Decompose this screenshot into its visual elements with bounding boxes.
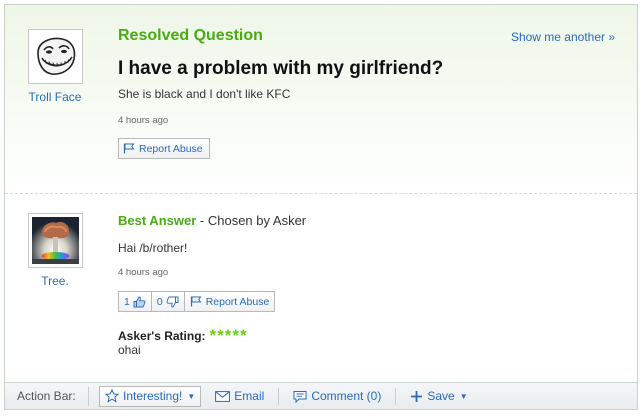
flag-icon [123,143,135,154]
asker-name[interactable]: Troll Face [15,90,95,104]
thumbs-down-icon [166,296,179,307]
plus-icon [411,390,423,402]
envelope-icon [215,390,231,402]
asker-avatar[interactable] [28,29,83,84]
email-label: Email [234,389,265,403]
rating-label: Asker's Rating: [118,329,206,343]
answer-time: 4 hours ago [118,267,169,278]
thumbs-down-count: 0 [156,295,163,308]
answerer-name[interactable]: Tree. [15,274,95,288]
question-section: Troll Face Resolved Question Show me ano… [5,5,637,193]
report-abuse-label: Report Abuse [139,142,203,155]
save-label: Save [427,389,455,403]
action-bar-label: Action Bar: [17,386,89,406]
separator [278,387,280,405]
chevron-down-icon: ▼ [459,391,468,401]
question-status: Resolved Question [118,27,263,44]
asker-rating: Asker's Rating: ***** [118,325,248,345]
nuclear-tree-avatar-icon [32,217,79,264]
answer-body: Hai /b/rother! [118,241,188,255]
comment-label: Comment (0) [311,389,382,403]
best-answer-label: Best Answer [118,213,197,228]
chosen-by-text: - Chosen by Asker [199,213,307,228]
answer-report-abuse-button[interactable]: Report Abuse [184,291,276,312]
email-button[interactable]: Email [211,386,268,407]
action-bar: Action Bar: Interesting! ▼ Email Comment… [5,382,637,409]
interesting-button[interactable]: Interesting! ▼ [99,385,202,407]
thumbs-up-button[interactable]: 1 [118,291,152,312]
troll-face-avatar-icon [32,33,79,80]
rating-comment: ohai [118,343,141,357]
question-time: 4 hours ago [118,115,169,126]
best-answer-header: Best Answer - Chosen by Asker [118,213,306,228]
comment-button[interactable]: Comment (0) [289,386,385,407]
interesting-label: Interesting! [123,389,183,403]
answerer-avatar[interactable] [28,213,83,268]
speech-bubble-icon [293,390,307,403]
flag-icon [190,296,202,307]
rating-stars: ***** [209,326,248,345]
question-body: She is black and I don't like KFC [118,87,291,101]
vote-buttons: 1 0 Report Abuse [118,291,276,312]
thumbs-up-icon [133,296,146,307]
question-title: I have a problem with my girlfriend? [118,58,444,79]
section-divider [5,193,637,194]
question-report-abuse-button[interactable]: Report Abuse [118,138,210,159]
thumbs-down-button[interactable]: 0 [151,291,185,312]
separator [395,387,397,405]
report-abuse-label: Report Abuse [205,295,270,308]
save-button[interactable]: Save ▼ [406,386,471,407]
chevron-down-icon: ▼ [187,391,196,401]
thumbs-up-count: 1 [124,295,130,308]
star-icon [105,389,119,403]
show-another-link[interactable]: Show me another » [511,30,615,44]
question-card: Troll Face Resolved Question Show me ano… [4,4,638,410]
